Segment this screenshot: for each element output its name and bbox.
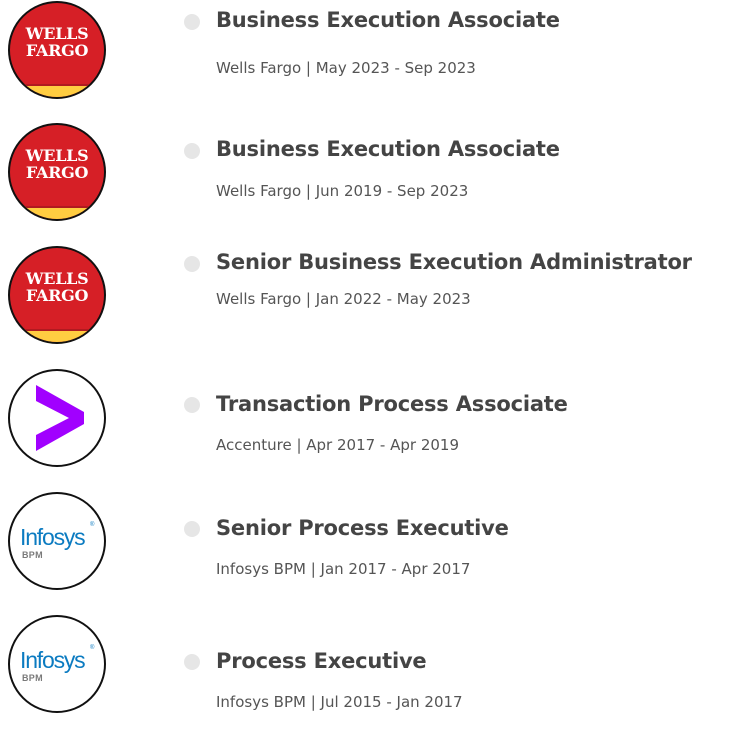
experience-entry: Infosys ® BPM Senior Process Executive I… xyxy=(0,491,742,601)
infosys-wordmark: Infosys xyxy=(20,524,86,550)
timeline-dot xyxy=(184,256,200,272)
timeline-dot xyxy=(184,143,200,159)
job-title: Transaction Process Associate xyxy=(216,392,568,416)
job-title: Business Execution Associate xyxy=(216,8,560,32)
job-company-dates: Infosys BPM | Jan 2017 - Apr 2017 xyxy=(216,560,471,578)
job-company-dates: Wells Fargo | May 2023 - Sep 2023 xyxy=(216,59,476,77)
infosys-bpm-label: BPM xyxy=(22,550,43,560)
infosys-bpm-logo[interactable]: Infosys ® BPM xyxy=(8,615,106,713)
wells-fargo-logo-text: WELLS FARGO xyxy=(25,24,89,60)
accenture-chevron-icon xyxy=(36,385,84,451)
registered-mark: ® xyxy=(90,645,95,651)
job-company-dates: Wells Fargo | Jan 2022 - May 2023 xyxy=(216,290,471,308)
infosys-bpm-label: BPM xyxy=(22,673,43,683)
experience-entry: Infosys ® BPM Process Executive Infosys … xyxy=(0,614,742,724)
infosys-wordmark: Infosys xyxy=(20,647,86,673)
experience-entry: WELLS FARGO Senior Business Execution Ad… xyxy=(0,245,742,355)
job-title: Business Execution Associate xyxy=(216,137,560,161)
job-title: Senior Business Execution Administrator xyxy=(216,250,692,274)
experience-entry: Transaction Process Associate Accenture … xyxy=(0,368,742,478)
experience-entry: WELLS FARGO Business Execution Associate… xyxy=(0,0,742,110)
job-company-dates: Infosys BPM | Jul 2015 - Jan 2017 xyxy=(216,693,463,711)
timeline-dot xyxy=(184,654,200,670)
wells-fargo-logo-text: WELLS FARGO xyxy=(25,146,89,182)
wells-fargo-stripe xyxy=(10,206,104,219)
registered-mark: ® xyxy=(90,522,95,528)
wells-fargo-logo[interactable]: WELLS FARGO xyxy=(8,123,106,221)
timeline-dot xyxy=(184,521,200,537)
wells-fargo-logo[interactable]: WELLS FARGO xyxy=(8,246,106,344)
job-company-dates: Wells Fargo | Jun 2019 - Sep 2023 xyxy=(216,182,469,200)
job-title: Process Executive xyxy=(216,649,427,673)
accenture-logo[interactable] xyxy=(8,369,106,467)
wells-fargo-logo-text: WELLS FARGO xyxy=(25,269,89,305)
job-title: Senior Process Executive xyxy=(216,516,509,540)
wells-fargo-stripe xyxy=(10,329,104,342)
infosys-bpm-logo[interactable]: Infosys ® BPM xyxy=(8,492,106,590)
wells-fargo-stripe xyxy=(10,84,104,97)
timeline-dot xyxy=(184,397,200,413)
job-company-dates: Accenture | Apr 2017 - Apr 2019 xyxy=(216,436,460,454)
wells-fargo-logo[interactable]: WELLS FARGO xyxy=(8,1,106,99)
experience-entry: WELLS FARGO Business Execution Associate… xyxy=(0,122,742,232)
timeline-dot xyxy=(184,14,200,30)
experience-timeline: WELLS FARGO Business Execution Associate… xyxy=(0,0,742,738)
